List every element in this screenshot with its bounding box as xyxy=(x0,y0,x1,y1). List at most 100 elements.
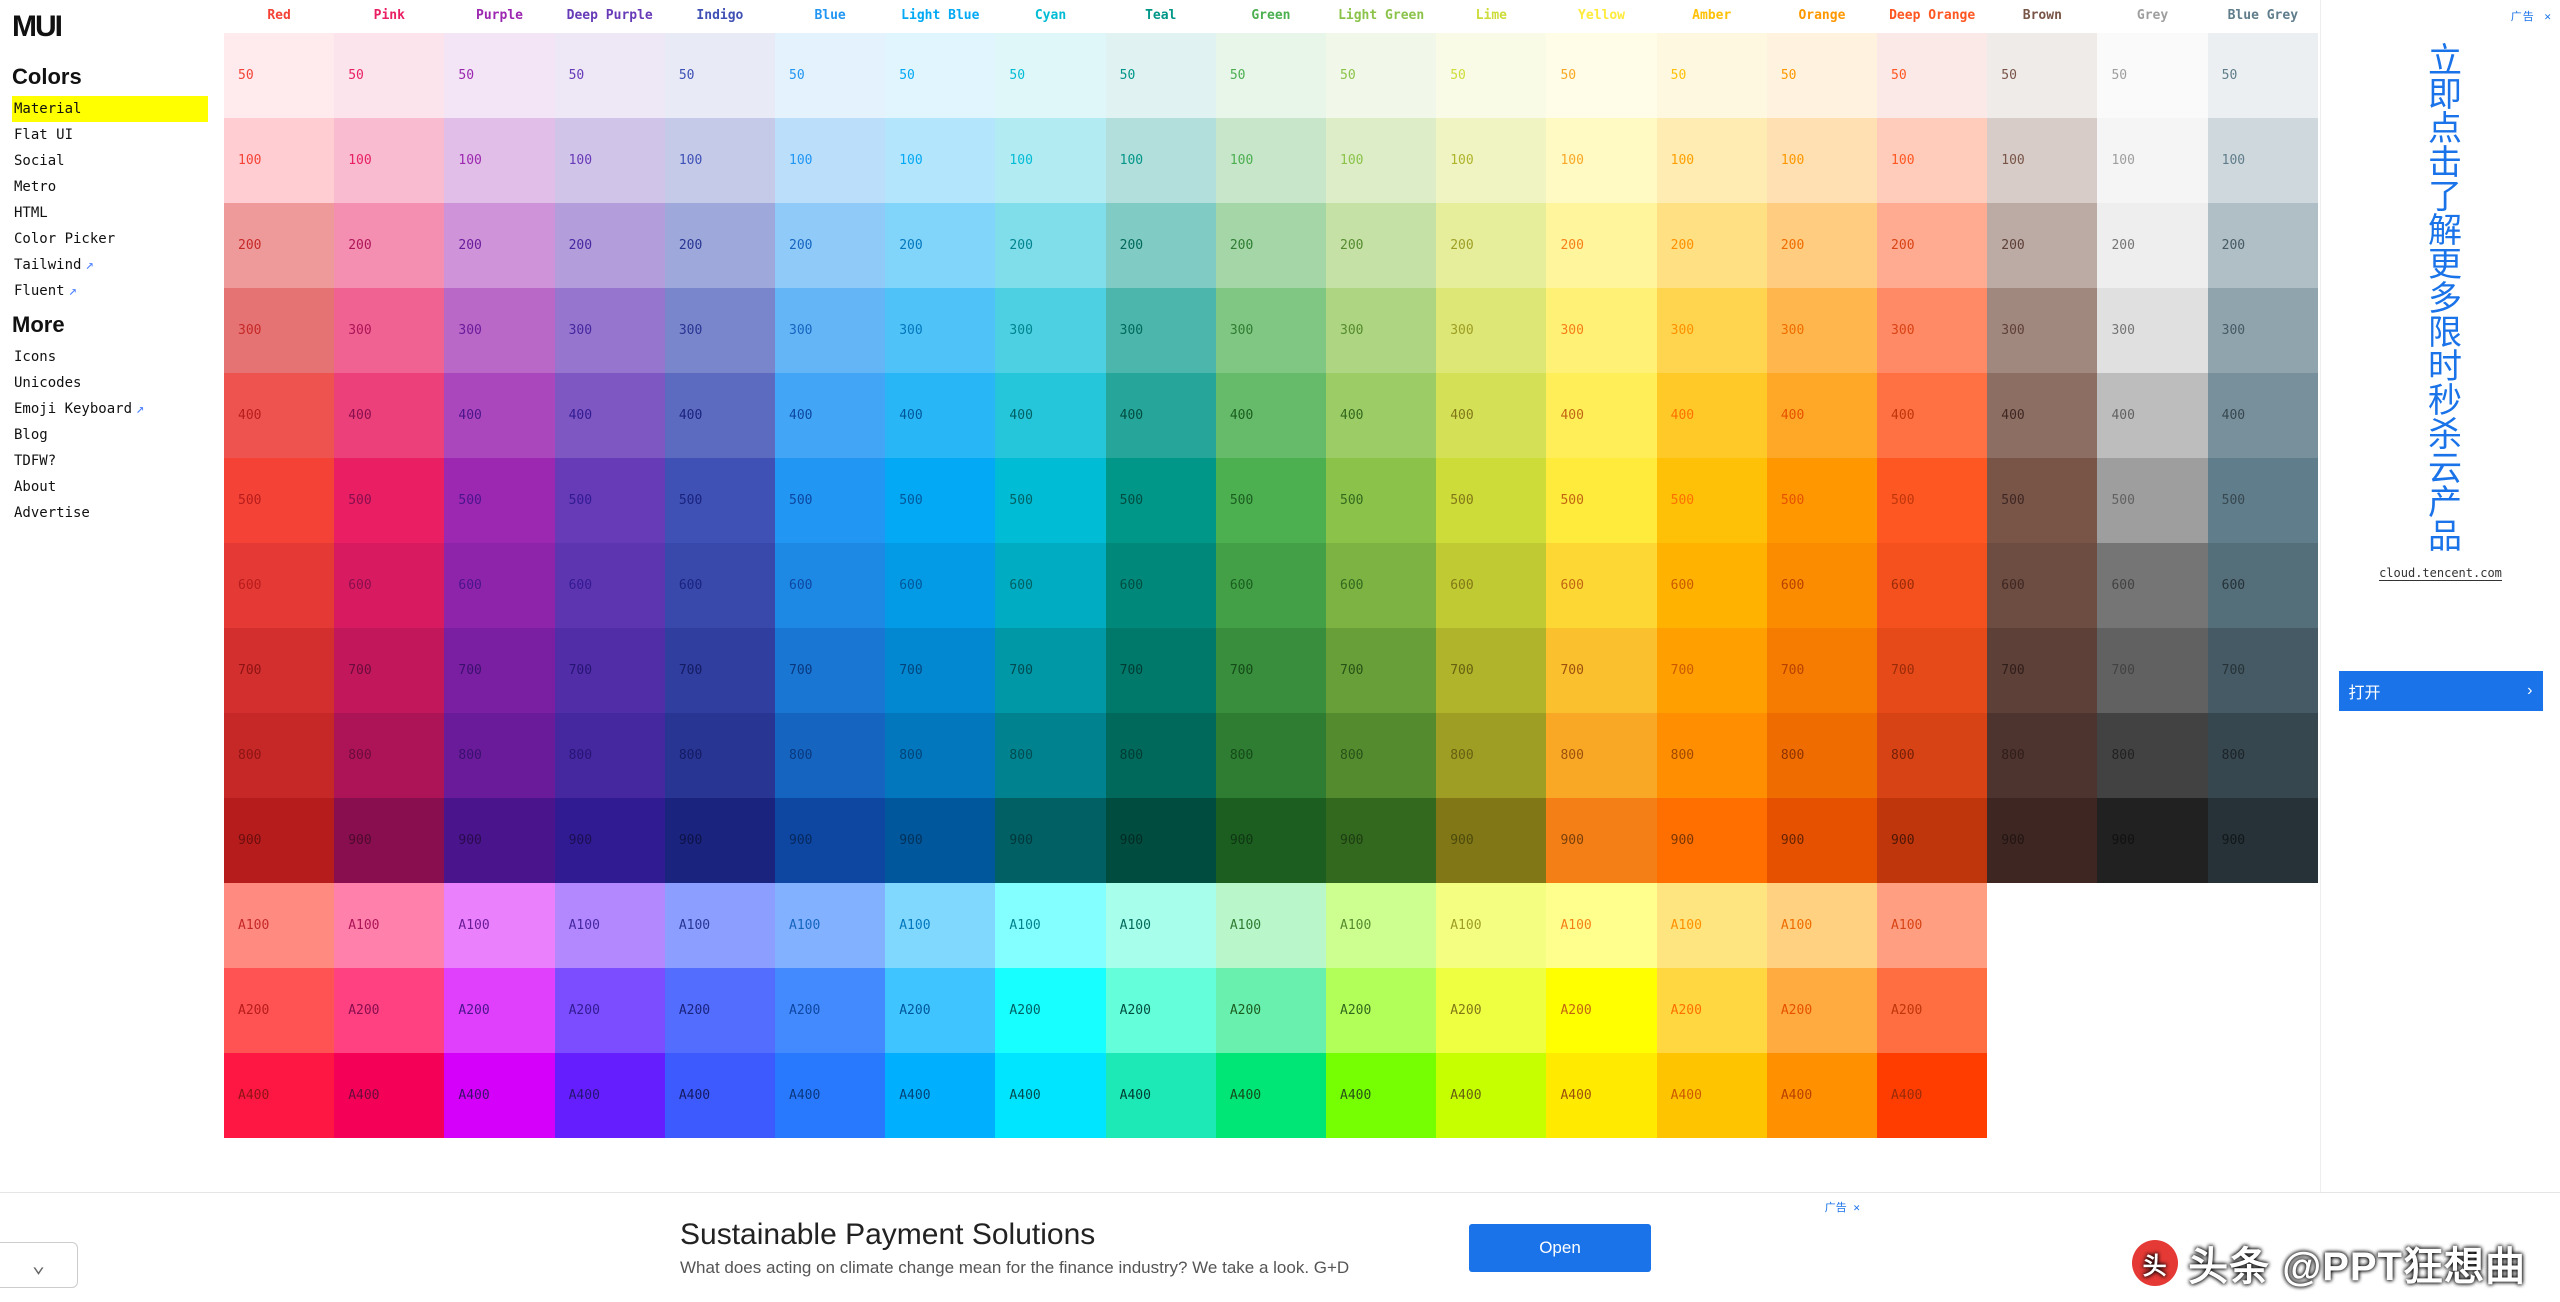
hue-header-blue-grey[interactable]: Blue Grey xyxy=(2208,0,2318,33)
swatch-light-green-300[interactable]: 300 xyxy=(1326,288,1436,373)
swatch-yellow-300[interactable]: 300 xyxy=(1546,288,1656,373)
swatch-amber-900[interactable]: 900 xyxy=(1657,798,1767,883)
swatch-amber-700[interactable]: 700 xyxy=(1657,628,1767,713)
swatch-blue-grey-A200[interactable] xyxy=(2208,968,2318,1053)
swatch-green-300[interactable]: 300 xyxy=(1216,288,1326,373)
swatch-deep-purple-600[interactable]: 600 xyxy=(555,543,665,628)
swatch-green-100[interactable]: 100 xyxy=(1216,118,1326,203)
swatch-amber-A200[interactable]: A200 xyxy=(1657,968,1767,1053)
swatch-deep-orange-900[interactable]: 900 xyxy=(1877,798,1987,883)
swatch-yellow-900[interactable]: 900 xyxy=(1546,798,1656,883)
swatch-brown-700[interactable]: 700 xyxy=(1987,628,2097,713)
swatch-teal-400[interactable]: 400 xyxy=(1106,373,1216,458)
swatch-light-green-500[interactable]: 500 xyxy=(1326,458,1436,543)
swatch-amber-A100[interactable]: A100 xyxy=(1657,883,1767,968)
nav-icons[interactable]: Icons xyxy=(12,344,208,370)
swatch-indigo-A400[interactable]: A400 xyxy=(665,1053,775,1138)
swatch-amber-50[interactable]: 50 xyxy=(1657,33,1767,118)
swatch-yellow-A100[interactable]: A100 xyxy=(1546,883,1656,968)
swatch-indigo-200[interactable]: 200 xyxy=(665,203,775,288)
swatch-blue-grey-A100[interactable] xyxy=(2208,883,2318,968)
swatch-grey-A400[interactable] xyxy=(2097,1053,2207,1138)
swatch-brown-A200[interactable] xyxy=(1987,968,2097,1053)
swatch-cyan-600[interactable]: 600 xyxy=(995,543,1105,628)
swatch-orange-400[interactable]: 400 xyxy=(1767,373,1877,458)
hue-header-deep-orange[interactable]: Deep Orange xyxy=(1877,0,1987,33)
swatch-teal-50[interactable]: 50 xyxy=(1106,33,1216,118)
swatch-deep-purple-300[interactable]: 300 xyxy=(555,288,665,373)
hue-header-pink[interactable]: Pink xyxy=(334,0,444,33)
swatch-red-900[interactable]: 900 xyxy=(224,798,334,883)
swatch-blue-800[interactable]: 800 xyxy=(775,713,885,798)
swatch-lime-400[interactable]: 400 xyxy=(1436,373,1546,458)
swatch-pink-100[interactable]: 100 xyxy=(334,118,444,203)
swatch-teal-300[interactable]: 300 xyxy=(1106,288,1216,373)
swatch-deep-orange-100[interactable]: 100 xyxy=(1877,118,1987,203)
swatch-lime-200[interactable]: 200 xyxy=(1436,203,1546,288)
swatch-red-800[interactable]: 800 xyxy=(224,713,334,798)
swatch-blue-A100[interactable]: A100 xyxy=(775,883,885,968)
swatch-light-green-50[interactable]: 50 xyxy=(1326,33,1436,118)
swatch-lime-A400[interactable]: A400 xyxy=(1436,1053,1546,1138)
swatch-orange-800[interactable]: 800 xyxy=(1767,713,1877,798)
swatch-green-A100[interactable]: A100 xyxy=(1216,883,1326,968)
bottom-ad-open-button[interactable]: Open xyxy=(1469,1224,1651,1272)
swatch-yellow-800[interactable]: 800 xyxy=(1546,713,1656,798)
nav-color-picker[interactable]: Color Picker xyxy=(12,226,208,252)
swatch-green-A400[interactable]: A400 xyxy=(1216,1053,1326,1138)
swatch-purple-A100[interactable]: A100 xyxy=(444,883,554,968)
swatch-cyan-A400[interactable]: A400 xyxy=(995,1053,1105,1138)
swatch-brown-600[interactable]: 600 xyxy=(1987,543,2097,628)
swatch-pink-A400[interactable]: A400 xyxy=(334,1053,444,1138)
swatch-yellow-700[interactable]: 700 xyxy=(1546,628,1656,713)
swatch-grey-600[interactable]: 600 xyxy=(2097,543,2207,628)
swatch-purple-100[interactable]: 100 xyxy=(444,118,554,203)
nav-unicodes[interactable]: Unicodes xyxy=(12,370,208,396)
swatch-blue-500[interactable]: 500 xyxy=(775,458,885,543)
ad-headline[interactable]: 立即点击了解更多限时秒杀云产品 xyxy=(2418,42,2464,552)
swatch-lime-700[interactable]: 700 xyxy=(1436,628,1546,713)
swatch-pink-600[interactable]: 600 xyxy=(334,543,444,628)
nav-advertise[interactable]: Advertise xyxy=(12,500,208,526)
swatch-deep-purple-900[interactable]: 900 xyxy=(555,798,665,883)
swatch-amber-800[interactable]: 800 xyxy=(1657,713,1767,798)
swatch-brown-A100[interactable] xyxy=(1987,883,2097,968)
swatch-red-100[interactable]: 100 xyxy=(224,118,334,203)
swatch-cyan-900[interactable]: 900 xyxy=(995,798,1105,883)
swatch-pink-500[interactable]: 500 xyxy=(334,458,444,543)
hue-header-amber[interactable]: Amber xyxy=(1657,0,1767,33)
swatch-grey-500[interactable]: 500 xyxy=(2097,458,2207,543)
swatch-light-blue-100[interactable]: 100 xyxy=(885,118,995,203)
swatch-blue-grey-500[interactable]: 500 xyxy=(2208,458,2318,543)
swatch-green-400[interactable]: 400 xyxy=(1216,373,1326,458)
swatch-light-blue-900[interactable]: 900 xyxy=(885,798,995,883)
swatch-teal-100[interactable]: 100 xyxy=(1106,118,1216,203)
swatch-orange-200[interactable]: 200 xyxy=(1767,203,1877,288)
swatch-deep-purple-700[interactable]: 700 xyxy=(555,628,665,713)
hue-header-yellow[interactable]: Yellow xyxy=(1546,0,1656,33)
swatch-deep-orange-300[interactable]: 300 xyxy=(1877,288,1987,373)
swatch-cyan-500[interactable]: 500 xyxy=(995,458,1105,543)
swatch-blue-200[interactable]: 200 xyxy=(775,203,885,288)
swatch-deep-orange-800[interactable]: 800 xyxy=(1877,713,1987,798)
swatch-pink-900[interactable]: 900 xyxy=(334,798,444,883)
swatch-orange-A200[interactable]: A200 xyxy=(1767,968,1877,1053)
nav-about[interactable]: About xyxy=(12,474,208,500)
swatch-yellow-A400[interactable]: A400 xyxy=(1546,1053,1656,1138)
swatch-amber-200[interactable]: 200 xyxy=(1657,203,1767,288)
swatch-brown-900[interactable]: 900 xyxy=(1987,798,2097,883)
swatch-amber-100[interactable]: 100 xyxy=(1657,118,1767,203)
swatch-purple-400[interactable]: 400 xyxy=(444,373,554,458)
swatch-grey-50[interactable]: 50 xyxy=(2097,33,2207,118)
swatch-lime-300[interactable]: 300 xyxy=(1436,288,1546,373)
swatch-teal-A400[interactable]: A400 xyxy=(1106,1053,1216,1138)
swatch-blue-50[interactable]: 50 xyxy=(775,33,885,118)
swatch-brown-100[interactable]: 100 xyxy=(1987,118,2097,203)
swatch-deep-purple-500[interactable]: 500 xyxy=(555,458,665,543)
hue-header-light-green[interactable]: Light Green xyxy=(1326,0,1436,33)
swatch-grey-A200[interactable] xyxy=(2097,968,2207,1053)
nav-blog[interactable]: Blog xyxy=(12,422,208,448)
swatch-indigo-400[interactable]: 400 xyxy=(665,373,775,458)
swatch-deep-purple-100[interactable]: 100 xyxy=(555,118,665,203)
swatch-brown-200[interactable]: 200 xyxy=(1987,203,2097,288)
